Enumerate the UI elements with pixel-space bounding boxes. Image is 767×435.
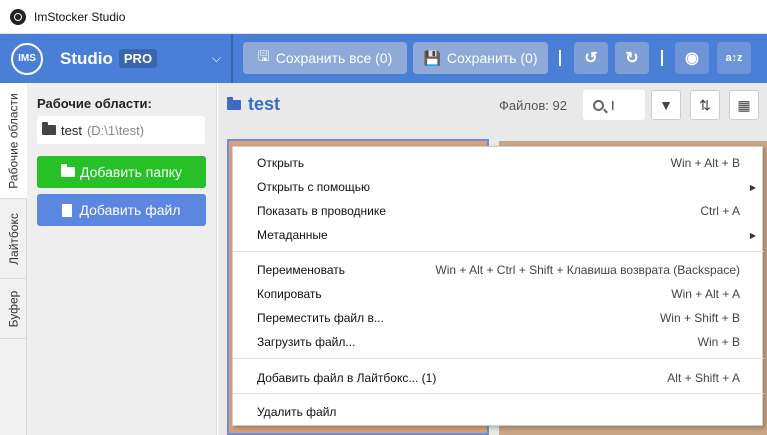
- sidebar: Рабочие области: test (D:\1\test) Добави…: [27, 83, 217, 435]
- tab-lightbox[interactable]: Лайтбокс: [0, 199, 27, 279]
- save-all-button[interactable]: 🖫 Сохранить все (0): [243, 42, 407, 74]
- sort-alpha-button[interactable]: a↕z: [717, 42, 751, 74]
- workspace-path: (D:\1\test): [86, 122, 145, 138]
- brand-selector[interactable]: IMS Studio PRO ⌵: [0, 34, 233, 83]
- binoculars-button[interactable]: ◉: [675, 42, 709, 74]
- menu-item-rename[interactable]: Переименовать Win + Alt + Ctrl + Shift +…: [233, 258, 764, 282]
- menu-item-add-to-lightbox[interactable]: Добавить файл в Лайтбокс... (1) Alt + Sh…: [233, 366, 764, 390]
- app-logo-icon: [10, 8, 26, 25]
- divider: [661, 50, 663, 66]
- menu-item-show-in-explorer[interactable]: Показать в проводнике Ctrl + A: [233, 199, 764, 223]
- divider: [559, 50, 561, 66]
- folder-icon: [61, 164, 75, 177]
- menu-item-copy[interactable]: Копировать Win + Alt + A: [233, 282, 764, 306]
- grid-view-button[interactable]: ▦: [729, 90, 759, 120]
- save-all-icon: 🖫: [257, 48, 270, 64]
- workspaces-title: Рабочие области:: [37, 96, 152, 111]
- vertical-tabs: Рабочие области Лайтбокс Буфер: [0, 83, 27, 435]
- context-menu: Открыть Win + Alt + B Открыть с помощью …: [232, 146, 764, 426]
- binoculars-icon: ◉: [685, 50, 699, 67]
- menu-separator: [233, 393, 764, 394]
- tab-workspaces[interactable]: Рабочие области: [0, 83, 27, 199]
- menu-item-delete[interactable]: Удалить файл: [233, 400, 764, 424]
- folder-open-icon: [42, 122, 56, 135]
- save-label: Сохранить (0): [446, 50, 538, 66]
- title-bar: ImStocker Studio: [0, 0, 767, 34]
- window-title: ImStocker Studio: [34, 9, 126, 24]
- workspace-item[interactable]: test (D:\1\test): [37, 116, 205, 144]
- folder-icon: [227, 96, 241, 110]
- save-icon: 💾: [423, 49, 441, 66]
- submenu-arrow-icon: ▶: [749, 230, 756, 240]
- tab-buffer[interactable]: Буфер: [0, 279, 27, 339]
- undo-icon: ↺: [584, 50, 598, 67]
- save-all-label: Сохранить все (0): [275, 50, 393, 66]
- brand-name: Studio: [60, 48, 113, 68]
- grid-icon: ▦: [737, 96, 751, 113]
- undo-button[interactable]: ↺: [574, 42, 608, 74]
- file-icon: [62, 203, 73, 217]
- menu-separator: [233, 251, 764, 252]
- search-value: I: [611, 97, 615, 113]
- add-file-button[interactable]: Добавить файл: [37, 194, 206, 226]
- ims-logo: IMS: [11, 42, 43, 75]
- redo-button[interactable]: ↻: [615, 42, 649, 74]
- chevron-down-icon[interactable]: ⌵: [212, 51, 221, 66]
- pro-badge: PRO: [118, 49, 158, 68]
- workspace-name: test: [61, 122, 82, 138]
- menu-item-open[interactable]: Открыть Win + Alt + B: [233, 151, 764, 175]
- filter-icon: ▼: [659, 97, 673, 113]
- search-icon: [593, 99, 604, 111]
- add-folder-button[interactable]: Добавить папку: [37, 156, 206, 188]
- menu-item-upload[interactable]: Загрузить файл... Win + B: [233, 330, 764, 354]
- submenu-arrow-icon: ▶: [749, 182, 756, 192]
- save-button[interactable]: 💾 Сохранить (0): [413, 42, 548, 74]
- sort-icon: ⇅: [699, 96, 711, 113]
- folder-title: test: [227, 94, 280, 115]
- sort-alpha-icon: a↕z: [725, 52, 743, 64]
- sort-button[interactable]: ⇅: [690, 90, 720, 120]
- menu-item-move[interactable]: Переместить файл в... Win + Shift + B: [233, 306, 764, 330]
- menu-item-metadata[interactable]: Метаданные ▶: [233, 223, 764, 247]
- menu-separator: [233, 358, 764, 359]
- search-input[interactable]: I: [583, 90, 645, 120]
- redo-icon: ↻: [625, 50, 639, 67]
- filter-button[interactable]: ▼: [651, 90, 681, 120]
- files-count: Файлов: 92: [499, 98, 567, 113]
- menu-item-open-with[interactable]: Открыть с помощью ▶: [233, 175, 764, 199]
